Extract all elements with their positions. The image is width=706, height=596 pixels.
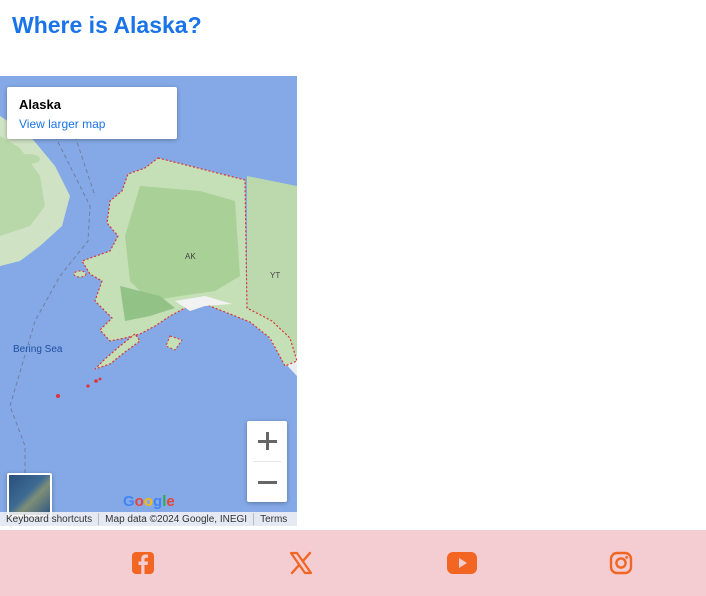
embedded-map[interactable]: Alaska View larger map Bering Sea AK YT … (0, 76, 297, 526)
google-logo: Google (123, 493, 175, 510)
x-icon (289, 551, 313, 575)
terms-link[interactable]: Terms (254, 514, 293, 525)
facebook-icon (132, 552, 154, 574)
keyboard-shortcuts-button[interactable]: Keyboard shortcuts (0, 514, 98, 525)
map-attribution-bar: Keyboard shortcuts Map data ©2024 Google… (0, 512, 297, 526)
facebook-link[interactable] (128, 548, 158, 578)
zoom-out-button[interactable] (247, 462, 287, 502)
social-footer (0, 530, 706, 596)
instagram-icon (609, 551, 633, 575)
zoom-in-button[interactable] (247, 421, 287, 461)
map-data-text: Map data ©2024 Google, INEGI (105, 513, 248, 525)
map-type-toggle[interactable] (7, 473, 52, 517)
plus-icon (258, 432, 277, 450)
place-title: Alaska (19, 97, 61, 112)
x-link[interactable] (286, 548, 316, 578)
view-larger-map-link[interactable]: View larger map (19, 117, 105, 131)
place-info-card: Alaska View larger map (7, 87, 177, 139)
label-yt: YT (270, 271, 281, 280)
instagram-link[interactable] (606, 548, 636, 578)
page-title: Where is Alaska? (12, 12, 202, 38)
label-bering-sea: Bering Sea (13, 344, 63, 355)
youtube-icon (447, 552, 477, 574)
zoom-control (247, 421, 287, 502)
minus-icon (258, 481, 277, 484)
youtube-link[interactable] (447, 548, 477, 578)
label-ak: AK (185, 252, 196, 261)
